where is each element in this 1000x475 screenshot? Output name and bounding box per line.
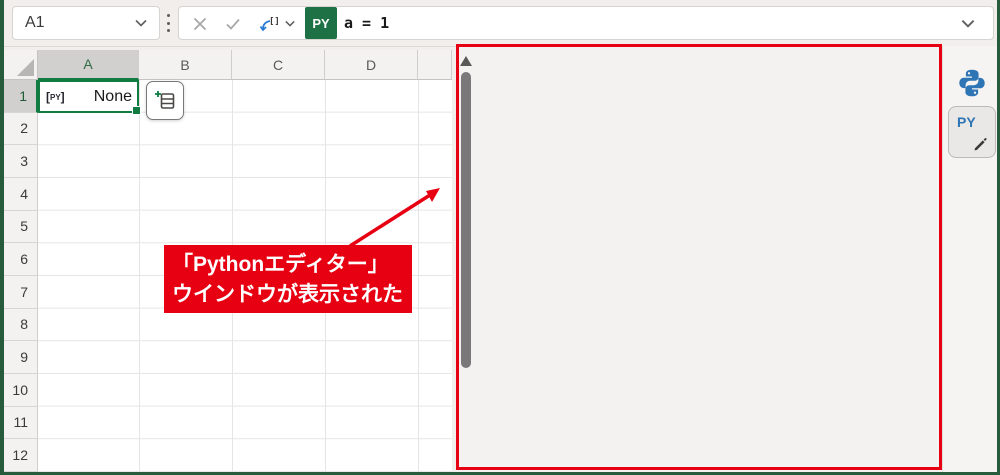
python-insert-function-icon[interactable]: [] xyxy=(258,16,280,34)
column-header-C[interactable]: C xyxy=(232,50,325,80)
column-header-A[interactable]: A xyxy=(38,50,139,80)
name-box[interactable]: A1 xyxy=(12,6,160,40)
svg-text:[]: [] xyxy=(269,17,280,27)
python-cell-marker: [PY] xyxy=(46,89,65,104)
row-header-9[interactable]: 9 xyxy=(4,341,38,374)
python-editor-pane-tab[interactable]: PY xyxy=(948,106,996,158)
formula-bar-expand-chevron-icon[interactable] xyxy=(961,19,975,28)
pane-switcher-sidebar: PY xyxy=(942,46,997,472)
formula-bar[interactable]: [] PY a = 1 xyxy=(178,6,994,40)
python-editor-tab-label: PY xyxy=(957,114,976,130)
row-header-6[interactable]: 6 xyxy=(4,243,38,276)
annotation-callout: 「Pythonエディター」 ウインドウが表示された xyxy=(164,245,412,313)
select-all-triangle-icon xyxy=(17,59,34,76)
select-all-button[interactable] xyxy=(4,50,38,80)
cancel-icon[interactable] xyxy=(192,16,208,32)
row-header-11[interactable]: 11 xyxy=(4,406,38,440)
name-box-value: A1 xyxy=(25,14,45,31)
enter-icon[interactable] xyxy=(225,16,241,32)
insert-function-chevron-icon[interactable] xyxy=(285,20,295,27)
column-headers: ABCD xyxy=(38,50,452,80)
annotation-line1: 「Pythonエディター」 xyxy=(172,253,389,276)
row-header-8[interactable]: 8 xyxy=(4,308,38,342)
scroll-up-arrow-icon[interactable] xyxy=(460,56,472,66)
vertical-scrollbar-thumb[interactable] xyxy=(461,72,471,368)
annotation-line2: ウインドウが表示された xyxy=(172,283,403,307)
data-card-icon xyxy=(155,90,175,109)
column-header-D[interactable]: D xyxy=(325,50,418,80)
row-header-3[interactable]: 3 xyxy=(4,145,38,178)
column-header-partial[interactable] xyxy=(418,50,452,80)
column-header-B[interactable]: B xyxy=(139,50,232,80)
formula-toolbar: A1 [] PY a = 1 xyxy=(4,0,997,47)
row-header-12[interactable]: 12 xyxy=(4,439,38,472)
formula-text[interactable]: a = 1 xyxy=(344,14,389,32)
python-mode-badge: PY xyxy=(305,7,337,39)
pencil-icon xyxy=(974,138,987,151)
python-logo-icon[interactable] xyxy=(957,68,987,98)
python-editor-pane: Python エディター すべての Python セル Sheet1 A1 xyxy=(456,44,997,472)
row-header-4[interactable]: 4 xyxy=(4,177,38,211)
row-header-2[interactable]: 2 xyxy=(4,112,38,146)
row-header-5[interactable]: 5 xyxy=(4,210,38,244)
row-header-7[interactable]: 7 xyxy=(4,275,38,309)
cell-a1-value: None xyxy=(93,87,132,105)
fill-handle[interactable] xyxy=(132,106,141,115)
name-box-chevron-icon[interactable] xyxy=(135,19,147,27)
row-header-10[interactable]: 10 xyxy=(4,373,38,407)
row-header-1[interactable]: 1 xyxy=(4,80,38,113)
kebab-separator-icon xyxy=(163,12,173,34)
excel-window: A1 [] PY a = 1 ABCD 1 2 3 4 5 6 7 8 9 10 11 12 xyxy=(0,0,1000,475)
cell-a1[interactable]: [PY] None xyxy=(38,80,141,115)
row-headers: 1 2 3 4 5 6 7 8 9 10 11 12 xyxy=(4,80,38,472)
insert-data-card-button[interactable] xyxy=(146,81,184,120)
